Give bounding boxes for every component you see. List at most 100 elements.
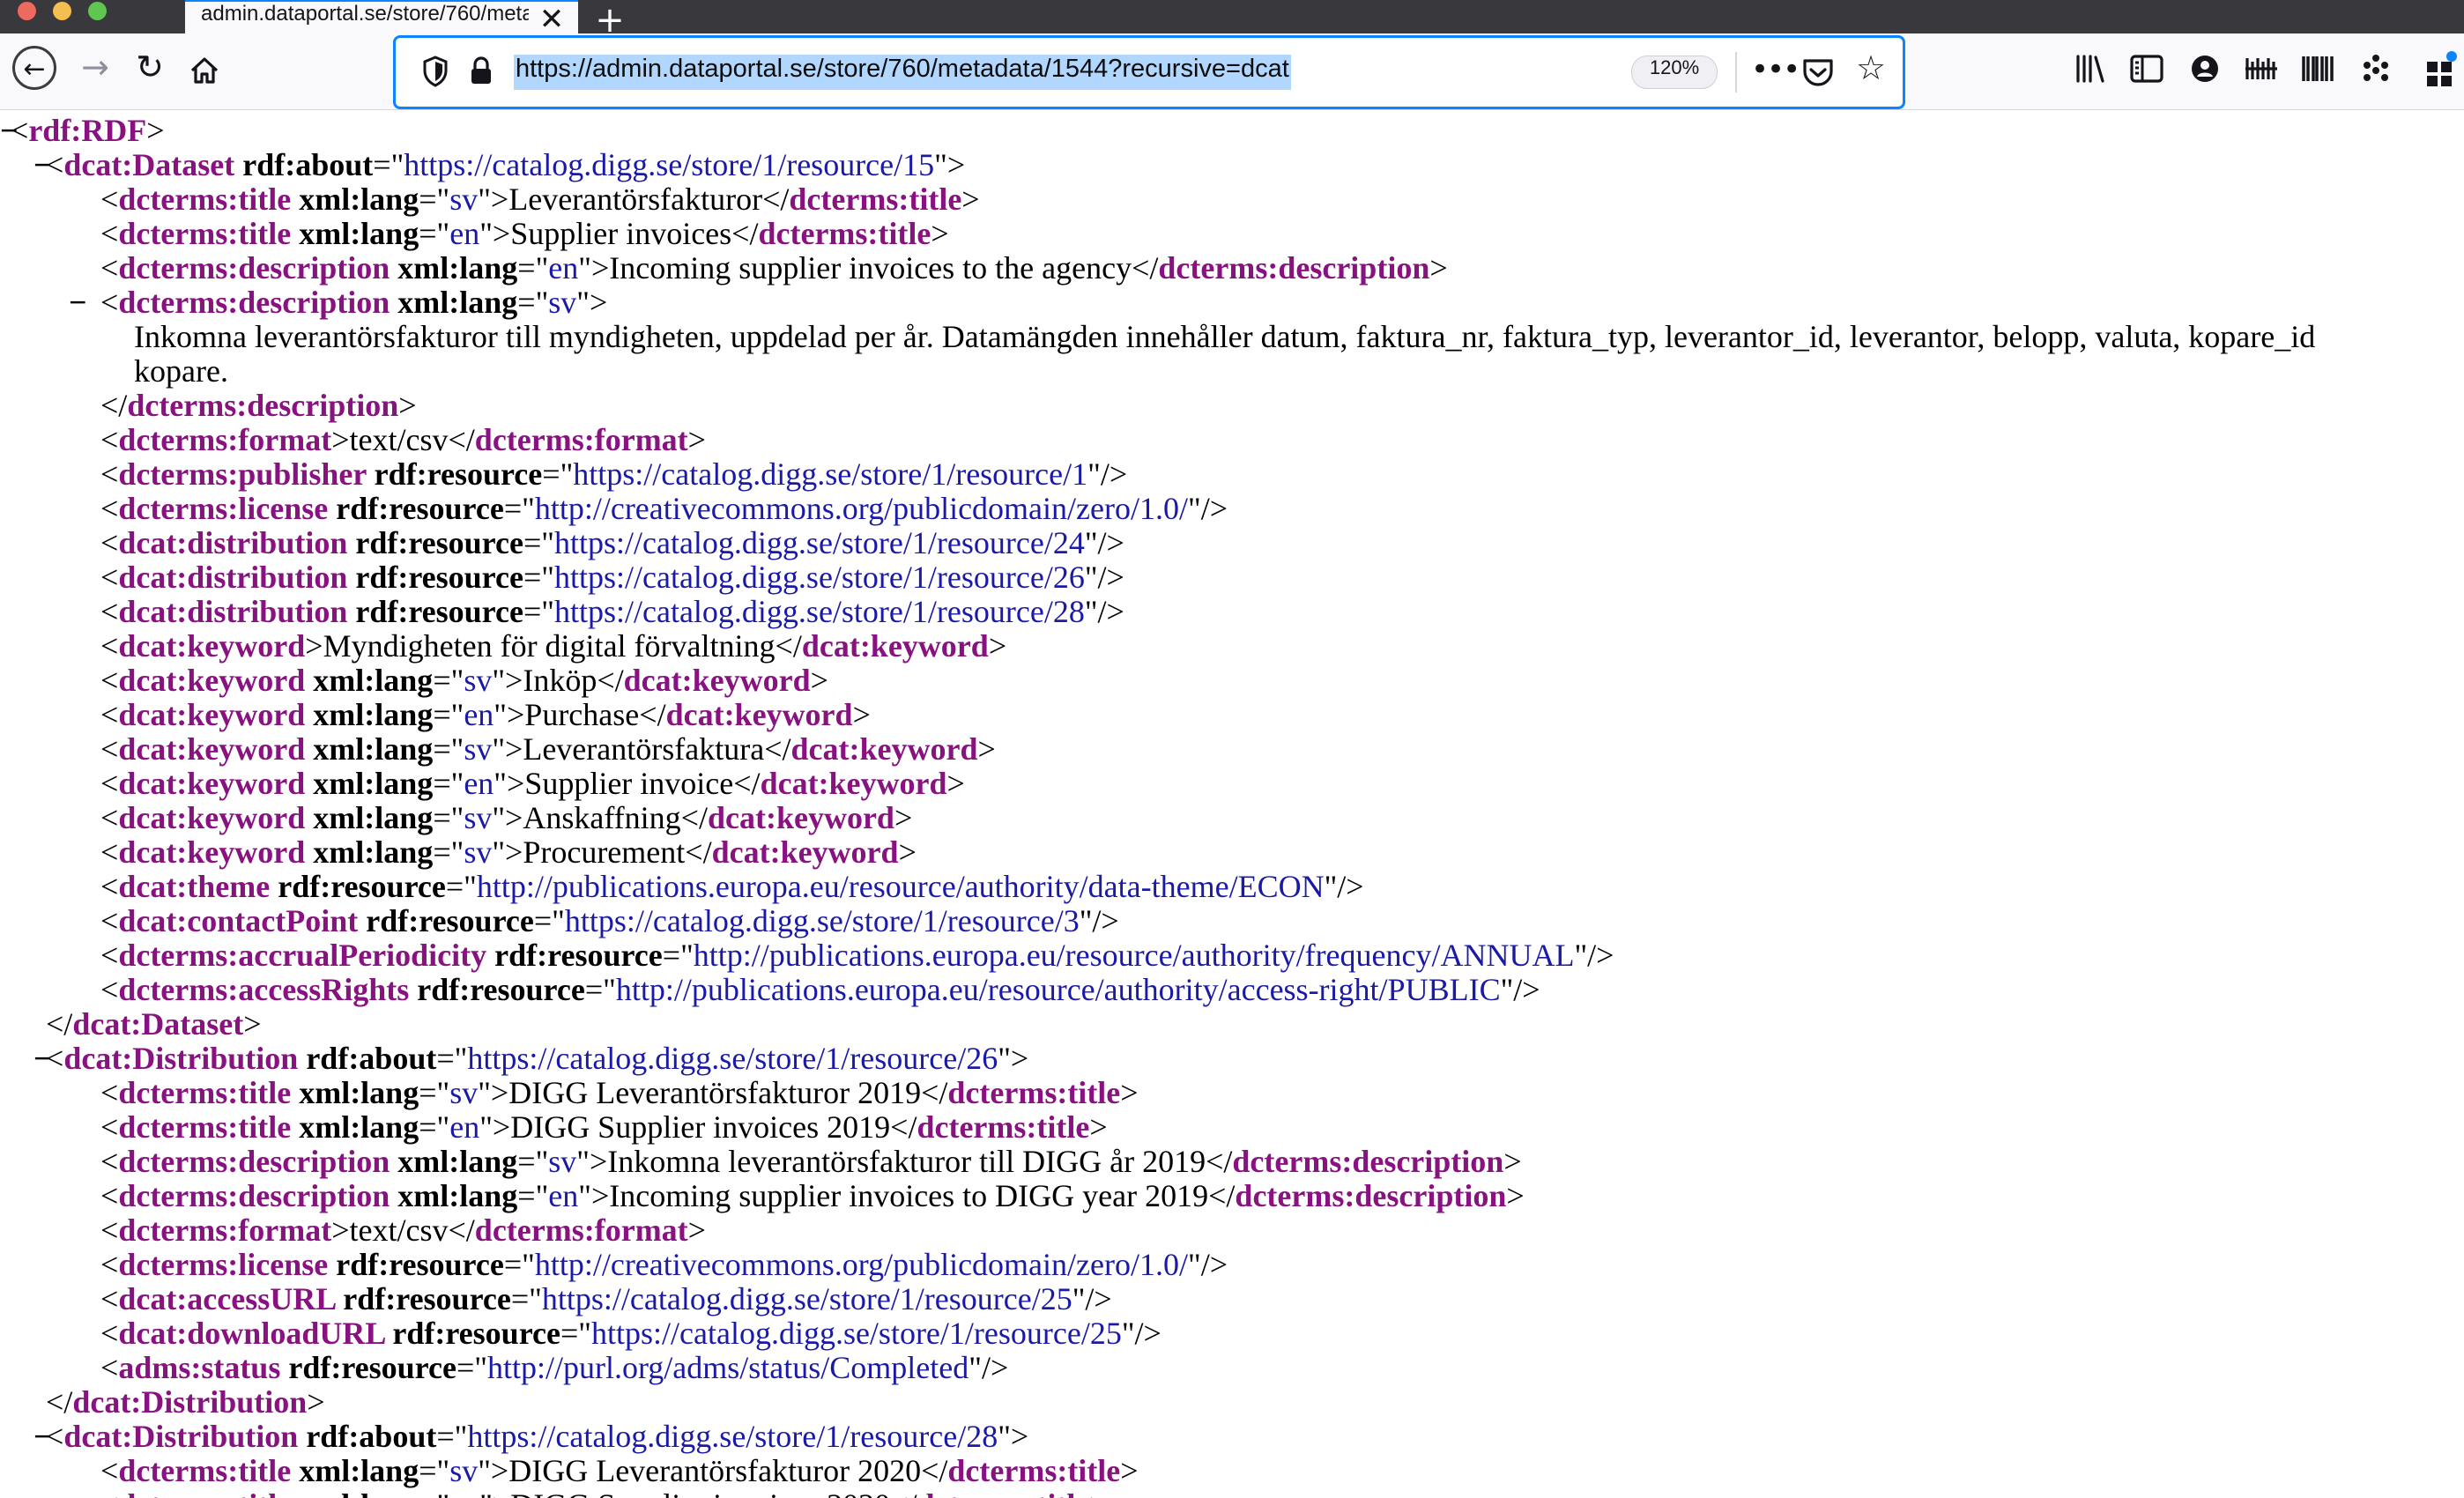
- xml-punctuation: =": [517, 250, 549, 286]
- xml-punctuation: =": [419, 1075, 450, 1110]
- xml-punctuation: >: [931, 216, 949, 251]
- window-maximize-button[interactable]: [88, 2, 107, 20]
- xml-line: <dcterms:description xml:lang="sv">Inkom…: [100, 1145, 1522, 1179]
- star-icon[interactable]: ☆: [1852, 48, 1890, 93]
- xml-attribute-name: rdf:resource: [486, 938, 663, 973]
- xml-punctuation: ">: [492, 834, 523, 870]
- xml-punctuation: >: [946, 766, 965, 801]
- extension-icon[interactable]: [2242, 49, 2281, 88]
- xml-attribute-value: https://catalog.digg.se/store/1/resource…: [467, 1041, 998, 1076]
- xml-tag-name: dcterms:description: [118, 1144, 390, 1179]
- xml-text-content: Inköp: [523, 663, 597, 698]
- xml-line: <dcat:theme rdf:resource="http://publica…: [100, 870, 1364, 904]
- xml-attribute-name: rdf:resource: [328, 491, 504, 526]
- xml-line: <rdf:RDF>: [11, 114, 165, 148]
- more-icon[interactable]: •••: [1751, 52, 1800, 93]
- shield-icon[interactable]: [422, 56, 449, 87]
- xml-punctuation: ">: [492, 800, 523, 835]
- xml-text-content: Inkomna leverantörsfakturor till myndigh…: [134, 319, 2316, 354]
- sidebar-icon[interactable]: [2127, 49, 2166, 88]
- xml-punctuation: </: [597, 663, 624, 698]
- tab-active[interactable]: admin.dataportal.se/store/760/metadata/1…: [185, 0, 578, 37]
- xml-punctuation: "/>: [1188, 491, 1228, 526]
- zoom-level-badge[interactable]: 120%: [1631, 56, 1718, 89]
- back-icon[interactable]: ←: [12, 46, 56, 90]
- xml-line: <dcat:keyword xml:lang="sv">Anskaffning<…: [100, 801, 912, 835]
- xml-punctuation: "/>: [1072, 1281, 1112, 1316]
- xml-punctuation: =": [436, 1419, 468, 1454]
- xml-attribute-value: sv: [464, 663, 493, 698]
- collapse-toggle[interactable]: −: [69, 286, 87, 320]
- xml-line: </dcterms:description>: [100, 389, 417, 423]
- xml-attribute-name: xml:lang: [291, 1487, 419, 1498]
- xml-punctuation: "/>: [1324, 869, 1364, 904]
- home-icon[interactable]: [182, 48, 227, 93]
- xml-tag-name: dcterms:title: [917, 1109, 1090, 1145]
- xml-attribute-value: sv: [464, 800, 493, 835]
- new-tab-button[interactable]: +: [592, 0, 627, 41]
- barcode-icon[interactable]: [2298, 49, 2337, 88]
- forward-icon[interactable]: →: [72, 48, 118, 93]
- xml-punctuation: >: [810, 663, 828, 698]
- xml-punctuation: "/>: [1188, 1247, 1228, 1282]
- extension-puzzle-icon[interactable]: [2356, 49, 2395, 88]
- xml-attribute-name: rdf:resource: [366, 456, 543, 492]
- xml-text-content: text/csv: [349, 422, 449, 457]
- xml-tag-name: dcat:keyword: [801, 628, 989, 664]
- xml-tag-name: dcterms:title: [118, 1109, 292, 1145]
- xml-punctuation: "/>: [1084, 525, 1124, 560]
- xml-punctuation: <: [100, 1109, 119, 1145]
- xml-attribute-name: xml:lang: [291, 1453, 419, 1488]
- window-minimize-button[interactable]: [53, 2, 71, 20]
- xml-tag-name: adms:status: [118, 1350, 281, 1385]
- xml-punctuation: <: [100, 1144, 119, 1179]
- xml-punctuation: </: [921, 1075, 948, 1110]
- xml-punctuation: <: [100, 938, 119, 973]
- xml-tag-name: dcterms:title: [118, 1453, 292, 1488]
- xml-attribute-value: https://catalog.digg.se/store/1/resource…: [467, 1419, 998, 1454]
- xml-punctuation: </: [639, 697, 666, 732]
- xml-attribute-value: en: [464, 766, 494, 801]
- xml-attribute-name: xml:lang: [291, 1075, 419, 1110]
- xml-punctuation: =": [436, 1041, 468, 1076]
- xml-punctuation: >: [307, 1384, 325, 1420]
- xml-tag-name: dcat:theme: [118, 869, 271, 904]
- tab-close-icon[interactable]: ✕: [538, 2, 566, 37]
- xml-punctuation: =": [419, 1487, 449, 1498]
- xml-attribute-value: en: [449, 216, 480, 251]
- xml-tag-name: dcat:accessURL: [118, 1281, 336, 1316]
- xml-attribute-name: xml:lang: [291, 216, 419, 251]
- xml-tag-name: rdf:RDF: [28, 113, 147, 148]
- url-bar[interactable]: https://admin.dataportal.se/store/760/me…: [393, 35, 1905, 109]
- xml-line: <dcat:downloadURL rdf:resource="https://…: [100, 1316, 1161, 1351]
- xml-punctuation: =": [523, 594, 554, 629]
- xml-punctuation: <: [100, 560, 119, 595]
- xml-attribute-name: rdf:about: [234, 147, 374, 182]
- xml-tag-name: dcat:keyword: [790, 731, 978, 767]
- extension-grid-icon[interactable]: [2422, 49, 2460, 88]
- url-input[interactable]: https://admin.dataportal.se/store/760/me…: [514, 55, 1291, 90]
- pocket-icon[interactable]: [1800, 56, 1836, 91]
- reload-icon[interactable]: ↻: [127, 48, 173, 93]
- xml-punctuation: =": [503, 491, 535, 526]
- xml-punctuation: >: [894, 800, 913, 835]
- xml-punctuation: "/>: [1574, 938, 1614, 973]
- account-icon[interactable]: [2186, 49, 2224, 88]
- window-close-button[interactable]: [18, 2, 36, 20]
- xml-tag-name: dcat:keyword: [118, 834, 306, 870]
- library-icon[interactable]: [2073, 49, 2111, 88]
- xml-tag-name: dcterms:description: [127, 388, 399, 423]
- xml-tag-name: dcat:keyword: [118, 697, 306, 732]
- xml-attribute-value: http://purl.org/adms/status/Completed: [486, 1350, 969, 1385]
- xml-punctuation: "/>: [1500, 972, 1540, 1007]
- xml-punctuation: </: [46, 1384, 73, 1420]
- xml-attribute-value: en: [449, 1109, 480, 1145]
- xml-punctuation: </: [46, 1006, 73, 1042]
- xml-punctuation: <: [11, 113, 29, 148]
- xml-line: <dcat:Dataset rdf:about="https://catalog…: [46, 148, 965, 182]
- xml-punctuation: >: [977, 731, 996, 767]
- xml-tag-name: dcat:downloadURL: [118, 1316, 385, 1351]
- xml-attribute-value: https://catalog.digg.se/store/1/resource…: [564, 903, 1080, 938]
- xml-attribute-name: xml:lang: [291, 182, 419, 217]
- lock-icon[interactable]: [470, 56, 493, 85]
